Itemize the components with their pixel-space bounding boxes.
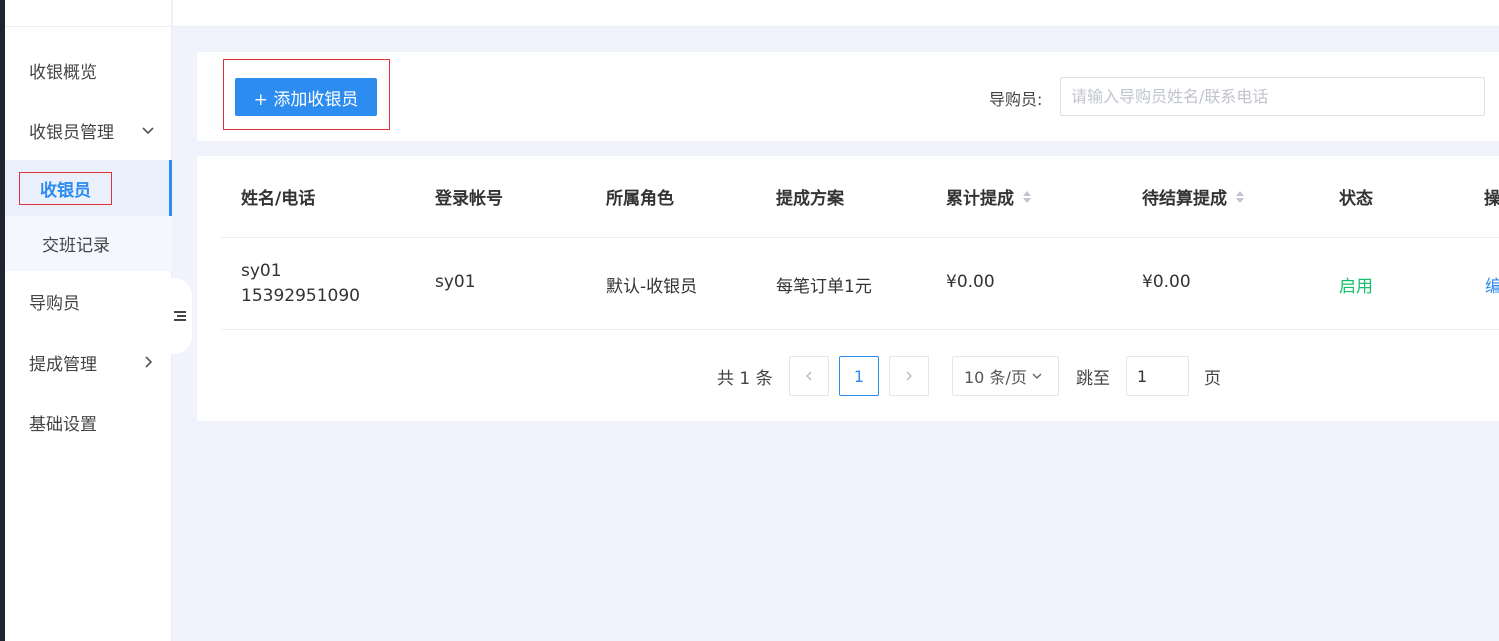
page-size-select[interactable]: 10 条/页 xyxy=(952,356,1059,396)
sidebar-item-basic-settings[interactable]: 基础设置 xyxy=(5,402,172,442)
column-header-pending-commission[interactable]: 待结算提成 xyxy=(1142,184,1245,209)
menu-collapse-icon xyxy=(174,311,186,321)
column-header-status: 状态 xyxy=(1339,184,1373,209)
next-page-button[interactable] xyxy=(889,356,929,396)
add-button-highlight: + 添加收银员 xyxy=(223,59,390,130)
sidebar-item-label: 收银概览 xyxy=(29,62,97,83)
jump-page-suffix: 页 xyxy=(1204,369,1221,389)
column-header-commission-plan: 提成方案 xyxy=(776,184,844,209)
add-cashier-button[interactable]: + 添加收银员 xyxy=(235,78,377,116)
cell-total-commission: ¥0.00 xyxy=(946,272,995,292)
chevron-left-icon xyxy=(806,371,812,381)
cell-name-phone: sy01 15392951090 xyxy=(241,259,360,309)
sidebar-header xyxy=(5,0,171,27)
toolbar-panel: + 添加收银员 导购员: xyxy=(197,52,1499,141)
sidebar-item-shopping-guide[interactable]: 导购员 xyxy=(5,281,172,321)
column-header-label: 提成方案 xyxy=(776,189,844,209)
sidebar-item-commission-management[interactable]: 提成管理 xyxy=(5,342,172,382)
column-header-label: 待结算提成 xyxy=(1142,189,1227,209)
column-header-name-phone: 姓名/电话 xyxy=(241,184,315,209)
edit-link[interactable]: 编 xyxy=(1485,272,1499,297)
status-badge: 启用 xyxy=(1339,277,1373,297)
cashier-phone: 15392951090 xyxy=(241,286,360,306)
sidebar-collapse-toggle[interactable] xyxy=(168,278,192,354)
pagination: 共 1 条 1 10 条/页 跳至 页 xyxy=(197,356,1499,396)
search-label: 导购员: xyxy=(989,90,1043,109)
chevron-down-icon xyxy=(142,127,154,135)
pagination-total: 共 1 条 xyxy=(717,369,773,389)
jump-page-input[interactable] xyxy=(1126,356,1189,396)
column-header-role: 所属角色 xyxy=(606,184,674,209)
column-header-actions: 操 xyxy=(1484,184,1499,209)
prev-page-button[interactable] xyxy=(789,356,829,396)
column-header-label: 状态 xyxy=(1339,189,1373,209)
sidebar-item-cashier-overview[interactable]: 收银概览 xyxy=(5,50,172,90)
row-divider xyxy=(221,329,1499,330)
sidebar-item-cashier-management[interactable]: 收银员管理 xyxy=(5,110,172,150)
column-header-label: 操 xyxy=(1484,189,1499,209)
column-header-label: 登录帐号 xyxy=(435,189,503,209)
sidebar-item-label: 收银员 xyxy=(19,171,112,205)
column-header-total-commission[interactable]: 累计提成 xyxy=(946,184,1032,209)
sidebar: 收银概览 收银员管理 收银员 交班记录 导购员 提成管理 基础设置 xyxy=(5,0,172,641)
column-header-label: 所属角色 xyxy=(606,189,674,209)
cell-commission-plan: 每笔订单1元 xyxy=(776,277,872,297)
page-size-value: 10 条/页 xyxy=(964,368,1027,387)
search-input[interactable] xyxy=(1060,77,1485,116)
chevron-right-icon xyxy=(145,356,153,368)
column-header-label: 姓名/电话 xyxy=(241,189,316,209)
jump-label: 跳至 xyxy=(1076,369,1110,389)
cell-login-account: sy01 xyxy=(435,272,476,292)
cashier-table: 姓名/电话 登录帐号 所属角色 提成方案 累计提成 待结算提成 状态 操 sy0… xyxy=(197,156,1499,421)
top-header-bar xyxy=(173,0,1499,27)
sidebar-item-label: 提成管理 xyxy=(29,354,97,375)
sidebar-item-cashier[interactable]: 收银员 xyxy=(5,160,172,216)
cell-role: 默认-收银员 xyxy=(606,277,698,297)
sort-icon[interactable] xyxy=(1235,190,1245,204)
sort-icon[interactable] xyxy=(1022,190,1032,204)
chevron-right-icon xyxy=(906,371,912,381)
sidebar-item-shift-records[interactable]: 交班记录 xyxy=(5,216,172,271)
column-header-label: 累计提成 xyxy=(946,189,1014,209)
chevron-down-icon xyxy=(1032,373,1042,379)
column-header-login-account: 登录帐号 xyxy=(435,184,503,209)
cell-pending-commission: ¥0.00 xyxy=(1142,272,1191,292)
sidebar-item-label: 交班记录 xyxy=(42,236,110,256)
sidebar-item-label: 基础设置 xyxy=(29,414,97,435)
sidebar-item-label: 收银员管理 xyxy=(29,122,114,143)
sidebar-item-label: 导购员 xyxy=(29,293,80,314)
cashier-name: sy01 xyxy=(241,261,282,281)
header-divider xyxy=(221,237,1499,238)
page-button-current[interactable]: 1 xyxy=(839,356,879,396)
